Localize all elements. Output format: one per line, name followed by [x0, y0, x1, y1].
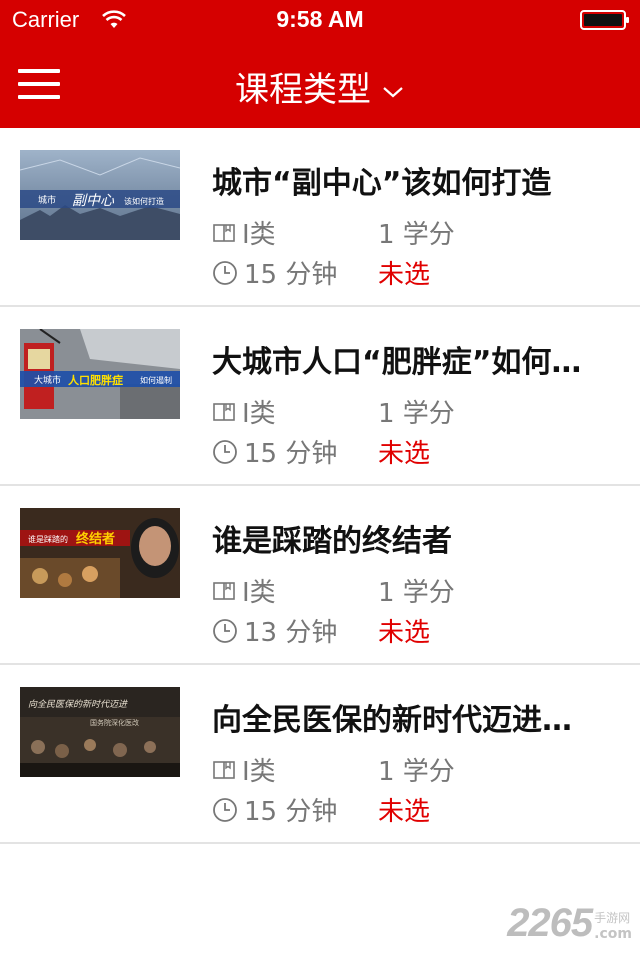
duration-label: 15 分钟 — [244, 797, 338, 827]
thumb-text: 大城市 — [34, 374, 61, 386]
course-title: 谁是踩踏的终结者 — [212, 524, 452, 559]
watermark-com: .com — [594, 926, 632, 942]
course-status: 未选 — [378, 797, 431, 827]
course-duration: 13 分钟 — [212, 612, 337, 649]
thumb-text: 终结者 — [76, 531, 115, 547]
course-duration: 15 分钟 — [212, 433, 337, 470]
category-label: I类 — [242, 578, 276, 608]
clock-icon — [213, 618, 237, 643]
site-watermark: 2265 手游网 .com — [507, 901, 632, 946]
book-icon — [213, 581, 235, 600]
course-item[interactable]: 城市 副中心 该如何打造 城市“副中心”该如何打造 I类 1 学分 15 分钟 … — [0, 128, 640, 307]
course-status: 未选 — [378, 260, 431, 290]
thumb-text: 向全民医保的新时代迈进 — [28, 699, 128, 710]
watermark-number: 2265 — [507, 901, 593, 945]
chevron-down-icon — [383, 86, 403, 97]
course-thumbnail: 向全民医保的新时代迈进 国务院深化医改 — [20, 687, 180, 777]
nav-bar: 课程类型 — [0, 40, 640, 128]
thumb-text: 人口肥胖症 — [68, 373, 123, 387]
battery-icon — [580, 10, 629, 30]
top-bar: Carrier 9:58 AM 课程类型 — [0, 0, 640, 128]
course-category: I类 — [212, 572, 276, 609]
duration-label: 15 分钟 — [244, 260, 338, 290]
course-type-dropdown[interactable]: 课程类型 — [0, 62, 640, 111]
course-thumbnail: 谁是踩踏的 终结者 — [20, 508, 180, 598]
course-credit: 1 学分 — [378, 578, 455, 608]
thumb-text: 谁是踩踏的 — [28, 534, 68, 544]
course-category: I类 — [212, 214, 276, 251]
course-list: 城市 副中心 该如何打造 城市“副中心”该如何打造 I类 1 学分 15 分钟 … — [0, 128, 640, 844]
duration-label: 13 分钟 — [244, 618, 338, 648]
thumb-text: 国务院深化医改 — [90, 718, 139, 727]
status-bar: Carrier 9:58 AM — [0, 0, 640, 40]
thumb-text: 城市 — [38, 194, 56, 206]
duration-label: 15 分钟 — [244, 439, 338, 469]
clock-icon — [213, 260, 237, 285]
category-label: I类 — [242, 220, 276, 250]
course-thumbnail: 城市 副中心 该如何打造 — [20, 150, 180, 240]
course-credit: 1 学分 — [378, 220, 455, 250]
book-icon — [213, 760, 235, 779]
category-label: I类 — [242, 757, 276, 787]
course-duration: 15 分钟 — [212, 791, 337, 828]
course-thumbnail: 大城市 人口肥胖症 如何遏制 — [20, 329, 180, 419]
course-title: 城市“副中心”该如何打造 — [212, 166, 552, 201]
thumb-text: 如何遏制 — [140, 375, 172, 385]
course-title: 向全民医保的新时代迈进… — [212, 703, 572, 738]
course-title: 大城市人口“肥胖症”如何… — [212, 345, 582, 380]
status-time: 9:58 AM — [276, 6, 364, 32]
clock-icon — [213, 439, 237, 464]
course-status: 未选 — [378, 439, 431, 469]
nav-title-label: 课程类型 — [235, 70, 371, 110]
book-icon — [213, 402, 235, 421]
course-credit: 1 学分 — [378, 399, 455, 429]
category-label: I类 — [242, 399, 276, 429]
thumb-text: 副中心 — [72, 193, 115, 209]
watermark-cn: 手游网 — [594, 911, 631, 925]
course-item[interactable]: 向全民医保的新时代迈进 国务院深化医改 向全民医保的新时代迈进… I类 1 学分… — [0, 665, 640, 844]
course-duration: 15 分钟 — [212, 254, 337, 291]
course-item[interactable]: 谁是踩踏的 终结者 谁是踩踏的终结者 I类 1 学分 13 分钟 未选 — [0, 486, 640, 665]
course-item[interactable]: 大城市 人口肥胖症 如何遏制 大城市人口“肥胖症”如何… I类 1 学分 15 … — [0, 307, 640, 486]
clock-icon — [213, 797, 237, 822]
course-category: I类 — [212, 751, 276, 788]
course-credit: 1 学分 — [378, 757, 455, 787]
course-status: 未选 — [378, 618, 431, 648]
book-icon — [213, 223, 235, 242]
course-category: I类 — [212, 393, 276, 430]
thumb-text: 该如何打造 — [124, 196, 164, 206]
